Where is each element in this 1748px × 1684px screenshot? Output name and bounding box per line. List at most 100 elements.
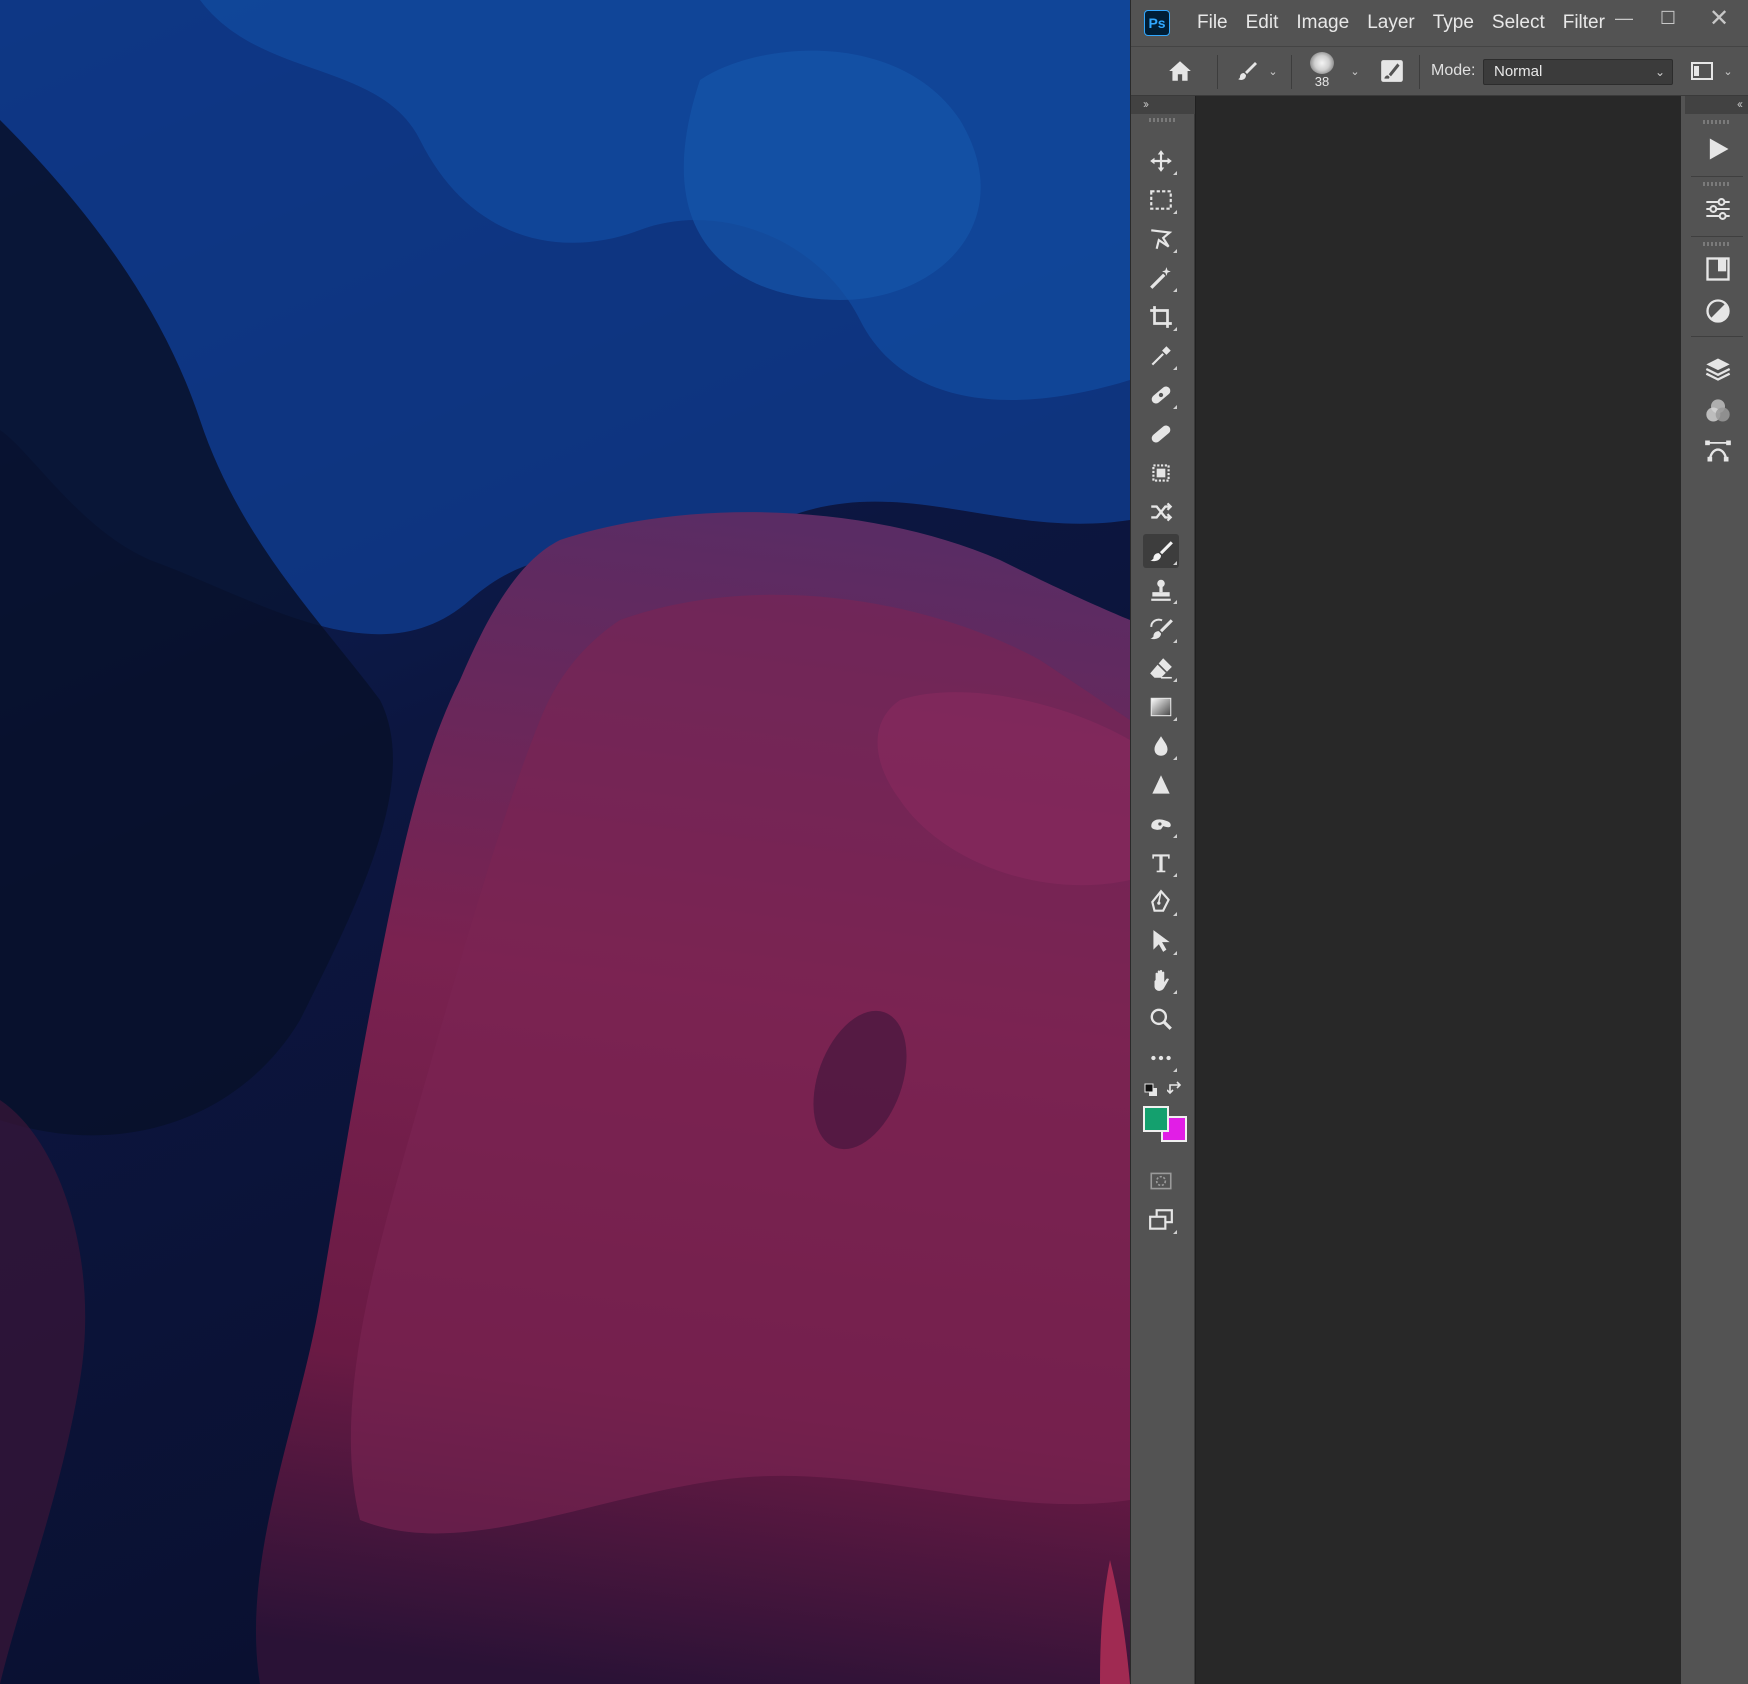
- tool-edit-toolbar[interactable]: [1143, 1041, 1179, 1075]
- tool-eyedropper[interactable]: [1143, 339, 1179, 373]
- menu-edit[interactable]: Edit: [1237, 0, 1288, 46]
- properties-icon: [1706, 299, 1730, 323]
- pen-icon: [1151, 889, 1170, 912]
- magic-wand-icon: [1150, 267, 1171, 289]
- tool-brush[interactable]: [1143, 534, 1179, 568]
- panel-channels-button[interactable]: [1701, 394, 1735, 428]
- smudge-icon: [1151, 819, 1171, 830]
- chevron-down-icon[interactable]: ⌄: [1721, 47, 1735, 95]
- tool-magic-wand[interactable]: [1143, 261, 1179, 295]
- tool-gradient[interactable]: [1143, 690, 1179, 724]
- tool-quick-mask[interactable]: [1143, 1164, 1179, 1198]
- tool-content-aware-move[interactable]: [1143, 456, 1179, 490]
- brush-preset-picker[interactable]: 38: [1304, 52, 1340, 94]
- tool-sharpen[interactable]: [1143, 768, 1179, 802]
- eyedropper-icon: [1151, 346, 1171, 366]
- tool-healing-brush[interactable]: [1143, 417, 1179, 451]
- corner-triangle: [1173, 678, 1177, 682]
- brush-settings-icon: [1381, 60, 1403, 82]
- swap-colors-button[interactable]: [1166, 1080, 1185, 1098]
- tools-panel: [1131, 114, 1195, 1684]
- lasso-icon: [1151, 229, 1173, 250]
- tool-type[interactable]: [1143, 846, 1179, 880]
- brush-settings-toggle[interactable]: [1375, 47, 1409, 95]
- tool-lasso[interactable]: [1143, 222, 1179, 256]
- tool-clone-stamp[interactable]: [1143, 573, 1179, 607]
- panel-adjustments-button[interactable]: [1701, 192, 1735, 226]
- window-controls: — ☐ ✕: [1602, 0, 1748, 36]
- menu-select[interactable]: Select: [1483, 0, 1554, 46]
- tool-history-brush[interactable]: [1143, 612, 1179, 646]
- tool-preset-picker[interactable]: [1229, 47, 1265, 95]
- libraries-icon: [1706, 257, 1730, 281]
- maximize-button[interactable]: ☐: [1646, 0, 1690, 36]
- stamp-icon: [1151, 579, 1171, 601]
- corner-triangle: [1173, 561, 1177, 565]
- eraser-icon: [1150, 658, 1172, 679]
- tool-crop[interactable]: [1143, 300, 1179, 334]
- tool-eraser[interactable]: [1143, 651, 1179, 685]
- sliders-icon: [1706, 198, 1730, 220]
- menu-type[interactable]: Type: [1424, 0, 1483, 46]
- tool-rectangular-marquee[interactable]: [1143, 183, 1179, 217]
- corner-triangle: [1173, 756, 1177, 760]
- tool-red-eye[interactable]: [1143, 495, 1179, 529]
- mode-dropdown[interactable]: Normal ⌄: [1483, 59, 1673, 85]
- corner-triangle: [1173, 210, 1177, 214]
- panel-grip[interactable]: [1703, 242, 1731, 246]
- blur-drop-icon: [1154, 736, 1168, 756]
- spot-healing-icon: [1151, 386, 1171, 404]
- minimize-button[interactable]: —: [1602, 0, 1646, 36]
- panel-properties-button[interactable]: [1701, 294, 1735, 328]
- home-button[interactable]: [1157, 47, 1203, 95]
- toolbar-header[interactable]: ››: [1131, 96, 1195, 114]
- zoom-icon: [1150, 1008, 1172, 1030]
- panel-layers-button[interactable]: [1701, 352, 1735, 386]
- chevron-down-icon[interactable]: ⌄: [1347, 47, 1363, 95]
- title-bar: Ps File Edit Image Layer Type Select Fil…: [1131, 0, 1748, 46]
- collapse-panels-icon[interactable]: ‹‹: [1737, 96, 1743, 112]
- tool-path-selection[interactable]: [1143, 924, 1179, 958]
- default-colors-button[interactable]: [1143, 1082, 1159, 1098]
- document-canvas-area[interactable]: [1195, 96, 1681, 1684]
- corner-triangle: [1173, 1230, 1177, 1234]
- panel-grip[interactable]: [1703, 182, 1731, 186]
- corner-triangle: [1173, 1068, 1177, 1072]
- tool-spot-healing-brush[interactable]: [1143, 378, 1179, 412]
- corner-triangle: [1173, 288, 1177, 292]
- tool-blur[interactable]: [1143, 729, 1179, 763]
- hand-icon: [1154, 969, 1169, 991]
- paths-icon: [1705, 440, 1731, 462]
- separator: [1217, 55, 1218, 89]
- history-brush-icon: [1150, 618, 1173, 640]
- menu-file[interactable]: File: [1188, 0, 1237, 46]
- menu-layer[interactable]: Layer: [1358, 0, 1424, 46]
- panel-paths-button[interactable]: [1701, 434, 1735, 468]
- toolbar-grip[interactable]: [1149, 118, 1177, 122]
- brush-tip-preview: [1310, 52, 1334, 74]
- tool-pen[interactable]: [1143, 885, 1179, 919]
- menu-image[interactable]: Image: [1287, 0, 1358, 46]
- more-dots-icon: [1151, 1055, 1171, 1061]
- foreground-color-swatch[interactable]: [1143, 1106, 1169, 1132]
- panels-header[interactable]: ‹‹: [1685, 96, 1748, 114]
- chevron-down-icon[interactable]: ⌄: [1265, 47, 1281, 95]
- expand-toolbar-icon[interactable]: ››: [1143, 96, 1149, 112]
- panel-libraries-button[interactable]: [1701, 252, 1735, 286]
- panel-layout-button[interactable]: [1687, 47, 1717, 95]
- mode-value: Normal: [1494, 63, 1543, 80]
- tool-hand[interactable]: [1143, 963, 1179, 997]
- tool-move[interactable]: [1143, 144, 1179, 178]
- corner-triangle: [1173, 171, 1177, 175]
- corner-triangle: [1173, 405, 1177, 409]
- chevron-down-icon: ⌄: [1654, 65, 1665, 79]
- tool-smudge[interactable]: [1143, 807, 1179, 841]
- corner-triangle: [1173, 951, 1177, 955]
- panel-actions-button[interactable]: [1701, 132, 1735, 166]
- panel-grip[interactable]: [1703, 120, 1731, 124]
- tool-zoom[interactable]: [1143, 1002, 1179, 1036]
- app-logo[interactable]: Ps: [1144, 10, 1170, 36]
- panel-layout-icon: [1691, 62, 1713, 80]
- tool-screen-mode[interactable]: [1143, 1203, 1179, 1237]
- close-button[interactable]: ✕: [1690, 0, 1748, 36]
